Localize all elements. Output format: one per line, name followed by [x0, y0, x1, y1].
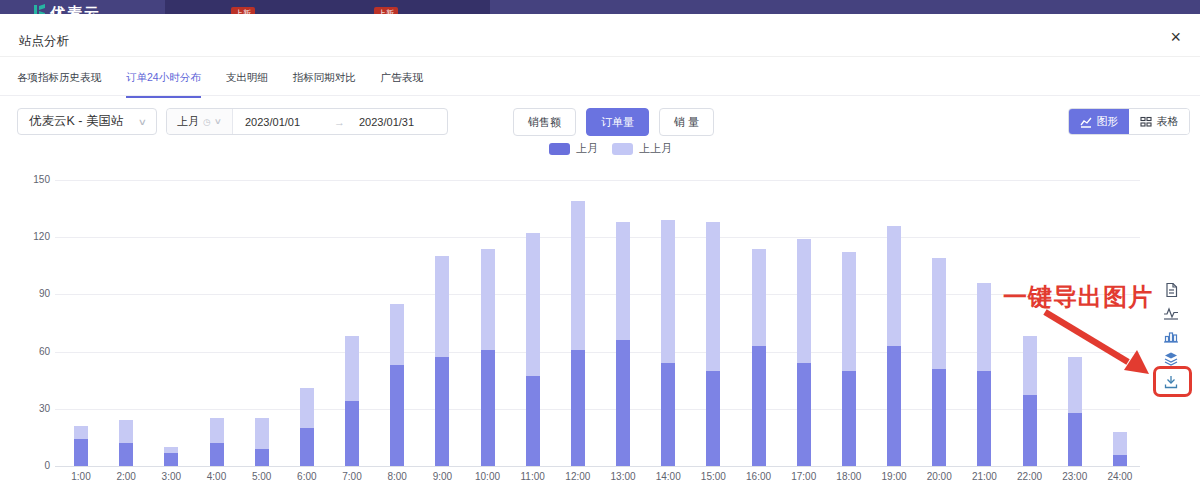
tab-ad-performance[interactable]: 广告表现 [381, 57, 423, 98]
chart-legend: 上月 上上月 [549, 141, 672, 156]
period-label: 上月 [177, 114, 199, 129]
site-analysis-panel: 站点分析 × 各项指标历史表现 订单24小时分布 支出明细 指标同期对比 广告表… [0, 14, 1200, 504]
top-navbar: 优麦云 上新 上新 [0, 0, 1200, 14]
annotation-export-text: 一键导出图片 [1003, 281, 1153, 313]
bar-chart-icon[interactable] [1160, 328, 1182, 344]
start-date-input[interactable]: 2023/01/01 [233, 109, 334, 134]
tab-period-compare[interactable]: 指标同期对比 [293, 57, 356, 98]
table-view-button[interactable]: 表格 [1129, 109, 1189, 134]
legend-item[interactable]: 上上月 [612, 141, 672, 156]
table-icon [1140, 116, 1152, 128]
page-title: 站点分析 [19, 33, 69, 50]
legend-swatch [612, 143, 633, 155]
navbar-section [165, 0, 490, 14]
order-count-button[interactable]: 订单量 [586, 108, 649, 136]
tab-history-metrics[interactable]: 各项指标历史表现 [17, 57, 101, 98]
brand-logo: 优麦云 [50, 4, 101, 14]
line-chart-icon [1080, 116, 1092, 128]
trend-line-icon[interactable] [1160, 305, 1182, 321]
layers-icon[interactable] [1160, 351, 1182, 367]
legend-label: 上上月 [639, 141, 672, 156]
period-preset[interactable]: 上月 ◷ ∨ [167, 109, 233, 134]
legend-item[interactable]: 上月 [549, 141, 598, 156]
brand-logo-icon [34, 5, 45, 14]
chart-view-button[interactable]: 图形 [1069, 109, 1129, 134]
arrow-right-icon: → [334, 109, 359, 134]
legend-label: 上月 [576, 141, 598, 156]
chart-view-label: 图形 [1097, 114, 1119, 129]
clock-icon: ◷ [203, 117, 211, 127]
chevron-down-icon: ∨ [138, 117, 147, 127]
document-icon[interactable] [1160, 282, 1182, 298]
tab-expense-detail[interactable]: 支出明细 [226, 57, 268, 98]
legend-swatch [549, 143, 570, 155]
sales-amount-button[interactable]: 销售额 [513, 108, 576, 136]
site-select-value: 优麦云K - 美国站 [29, 113, 123, 130]
metric-buttons: 销售额 订单量 销 量 [513, 108, 714, 136]
close-icon[interactable]: × [1170, 28, 1181, 46]
site-select[interactable]: 优麦云K - 美国站 ∨ [17, 108, 157, 135]
end-date-input[interactable]: 2023/01/31 [359, 109, 414, 134]
date-range-picker[interactable]: 上月 ◷ ∨ 2023/01/01 → 2023/01/31 [166, 108, 448, 135]
panel-header: 站点分析 × [0, 14, 1200, 57]
table-view-label: 表格 [1157, 114, 1179, 129]
chevron-down-icon: ∨ [214, 117, 222, 126]
tab-bar: 各项指标历史表现 订单24小时分布 支出明细 指标同期对比 广告表现 [0, 57, 1200, 96]
sales-volume-button[interactable]: 销 量 [659, 108, 714, 136]
tab-24h-orders[interactable]: 订单24小时分布 [126, 57, 201, 98]
annotation-highlight-box [1153, 366, 1192, 397]
view-toggle: 图形 表格 [1068, 108, 1190, 135]
